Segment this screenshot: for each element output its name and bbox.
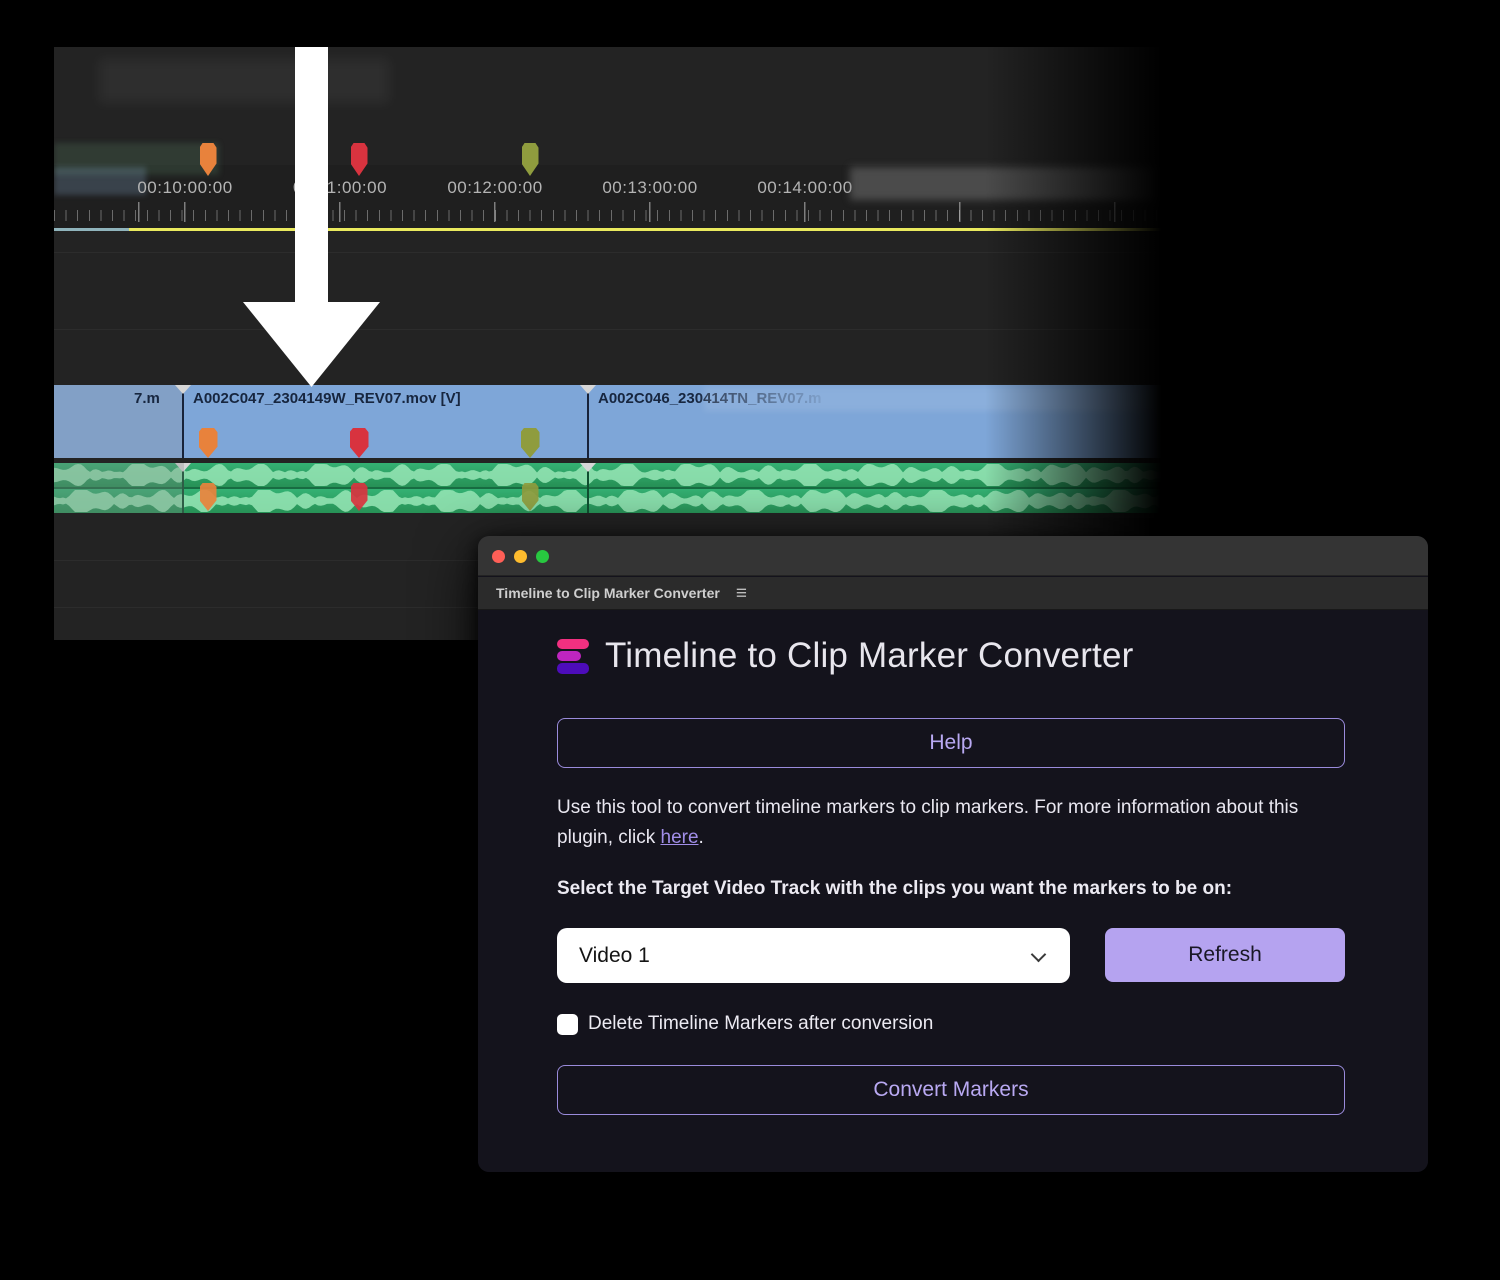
- zoom-window-button[interactable]: [536, 550, 549, 563]
- orange-marker[interactable]: [200, 143, 217, 176]
- timecode-label: 00:10:00:00: [137, 178, 232, 198]
- clip-fade-handle[interactable]: [580, 463, 596, 472]
- work-area-bar-left: [54, 228, 129, 231]
- blur-artifact: [54, 167, 146, 195]
- panel-menu-icon[interactable]: ≡: [736, 584, 747, 603]
- video-track-select[interactable]: Video 1: [557, 928, 1070, 983]
- clip-fade-handle[interactable]: [580, 385, 596, 394]
- panel-tab-bar: Timeline to Clip Marker Converter ≡: [478, 577, 1428, 610]
- description-text: Use this tool to convert timeline marker…: [557, 793, 1357, 853]
- blur-artifact: [54, 143, 219, 175]
- timecode-label: 00:11:00:00: [293, 178, 387, 198]
- video-clip-label[interactable]: A002C047_2304149W_REV07.mov [V]: [193, 390, 461, 407]
- target-track-label: Select the Target Video Track with the c…: [557, 878, 1377, 900]
- delete-markers-label: Delete Timeline Markers after conversion: [588, 1013, 933, 1035]
- description-after: .: [699, 827, 704, 848]
- red-marker[interactable]: [351, 143, 368, 176]
- convert-markers-button[interactable]: Convert Markers: [557, 1065, 1345, 1115]
- olive-marker[interactable]: [522, 143, 539, 176]
- clip-cut: [182, 385, 184, 458]
- blur-artifact: [54, 385, 183, 458]
- timecode-label: 00:14:00:00: [757, 178, 852, 198]
- timecode-label: 00:12:00:00: [447, 178, 542, 198]
- plugin-window: Timeline to Clip Marker Converter ≡ Time…: [478, 536, 1428, 1172]
- delete-markers-checkbox[interactable]: [557, 1014, 578, 1035]
- window-titlebar[interactable]: [478, 536, 1428, 576]
- close-window-button[interactable]: [492, 550, 505, 563]
- clip-fade-handle[interactable]: [175, 385, 191, 394]
- blur-artifact: [99, 59, 389, 103]
- select-value: Video 1: [579, 928, 650, 983]
- here-link[interactable]: here: [661, 827, 699, 848]
- timecode-label: 00:13:00:00: [602, 178, 697, 198]
- refresh-button[interactable]: Refresh: [1105, 928, 1345, 982]
- plugin-logo-icon: [557, 639, 590, 674]
- brand-row: Timeline to Clip Marker Converter: [557, 636, 1134, 676]
- minimize-window-button[interactable]: [514, 550, 527, 563]
- plugin-panel: Timeline to Clip Marker Converter Help U…: [478, 610, 1428, 1172]
- panel-tab-title[interactable]: Timeline to Clip Marker Converter: [496, 585, 720, 601]
- video-clip-label[interactable]: 7.m: [134, 390, 160, 407]
- page-title: Timeline to Clip Marker Converter: [605, 636, 1134, 676]
- help-button[interactable]: Help: [557, 718, 1345, 768]
- chevron-down-icon: [1031, 947, 1047, 963]
- blur-artifact: [54, 463, 184, 513]
- delete-markers-row: Delete Timeline Markers after conversion: [557, 1013, 933, 1035]
- clip-cut: [587, 385, 589, 458]
